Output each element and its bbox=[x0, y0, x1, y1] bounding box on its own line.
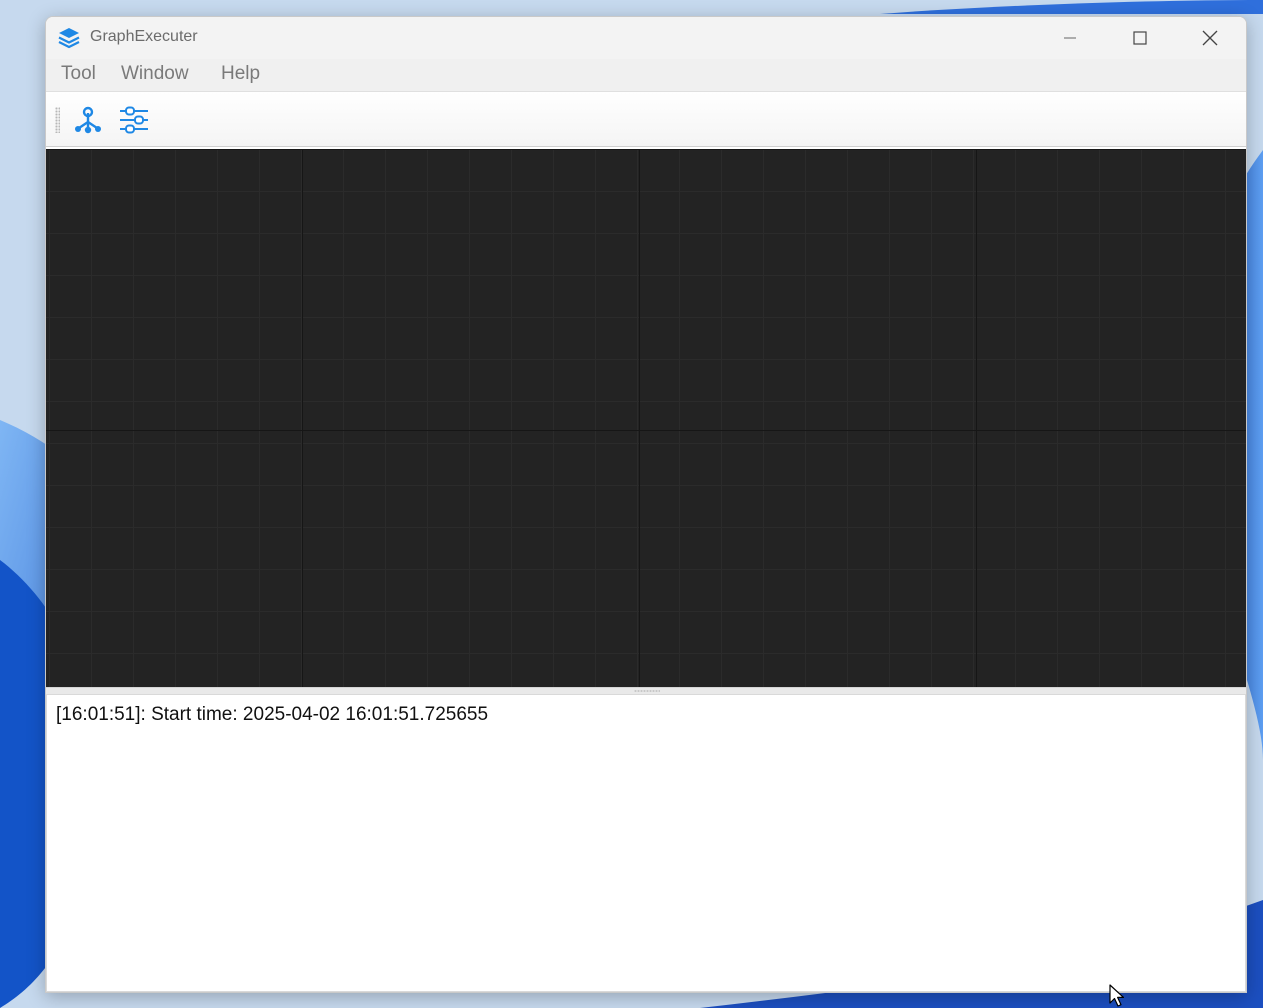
settings-button[interactable] bbox=[117, 103, 151, 137]
graph-button[interactable] bbox=[71, 103, 105, 137]
app-window: GraphExecuter Tool Window Help [16:01:51… bbox=[45, 16, 1247, 993]
minimize-icon bbox=[1064, 37, 1076, 39]
mouse-cursor-icon bbox=[1109, 984, 1125, 1007]
layers-app-icon bbox=[58, 28, 80, 49]
maximize-button[interactable] bbox=[1106, 17, 1174, 59]
menu-help[interactable]: Help bbox=[219, 63, 262, 85]
menu-tool[interactable]: Tool bbox=[59, 63, 98, 85]
graph-nodes-icon bbox=[75, 106, 101, 134]
minimize-button[interactable] bbox=[1036, 17, 1104, 59]
title-bar[interactable]: GraphExecuter bbox=[46, 17, 1246, 59]
splitter-handle[interactable] bbox=[634, 690, 660, 692]
desktop: GraphExecuter Tool Window Help [16:01:51… bbox=[0, 0, 1263, 1008]
sliders-icon bbox=[120, 106, 148, 134]
close-button[interactable] bbox=[1176, 17, 1244, 59]
toolbar-grip[interactable] bbox=[55, 107, 60, 133]
menu-bar: Tool Window Help bbox=[46, 59, 1246, 92]
menu-window[interactable]: Window bbox=[119, 63, 191, 85]
close-icon bbox=[1202, 30, 1218, 46]
maximize-icon bbox=[1133, 31, 1147, 45]
log-output[interactable]: [16:01:51]: Start time: 2025-04-02 16:01… bbox=[46, 694, 1246, 992]
toolbar bbox=[46, 92, 1246, 147]
graph-canvas[interactable] bbox=[46, 149, 1246, 687]
log-line: [16:01:51]: Start time: 2025-04-02 16:01… bbox=[56, 704, 489, 725]
window-title: GraphExecuter bbox=[90, 28, 198, 45]
